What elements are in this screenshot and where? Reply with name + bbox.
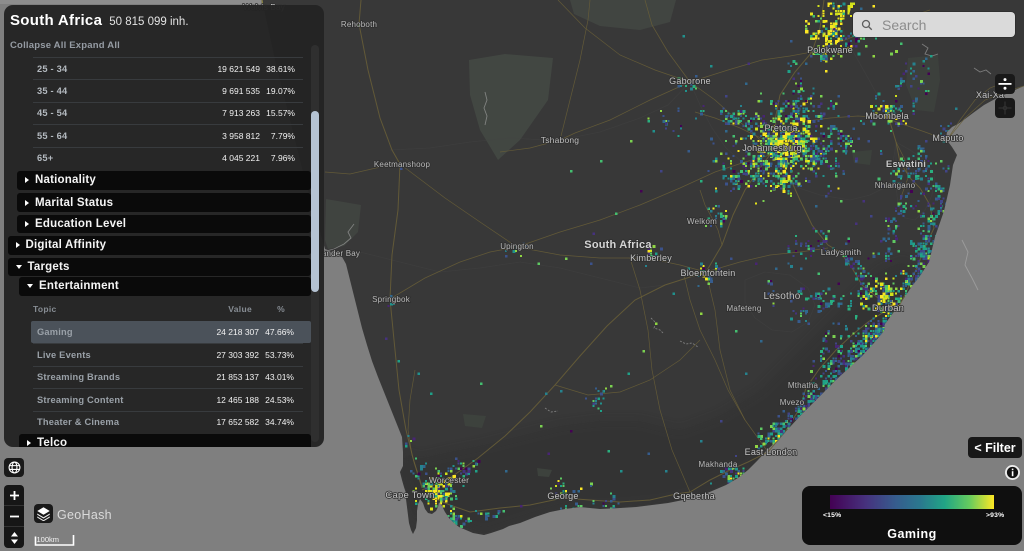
svg-text:Mafeteng: Mafeteng <box>727 304 762 313</box>
svg-text:Durban: Durban <box>872 303 904 314</box>
svg-text:Pretoria: Pretoria <box>764 123 797 133</box>
svg-text:Gaborone: Gaborone <box>669 76 711 86</box>
svg-text:South Africa: South Africa <box>584 239 652 251</box>
svg-text:Kimberley: Kimberley <box>630 253 672 263</box>
svg-text:Upington: Upington <box>500 242 534 251</box>
svg-text:Gqeberha: Gqeberha <box>673 491 715 501</box>
svg-text:Makhanda: Makhanda <box>699 460 738 469</box>
svg-text:Lesotho: Lesotho <box>764 291 801 302</box>
svg-text:Mvezo: Mvezo <box>780 398 805 407</box>
svg-text:Welkom: Welkom <box>687 217 717 226</box>
svg-text:Mthatha: Mthatha <box>788 381 819 390</box>
svg-text:Eswatini: Eswatini <box>886 159 926 170</box>
svg-text:Mbombela: Mbombela <box>865 111 909 121</box>
svg-text:ander Bay: ander Bay <box>322 249 360 258</box>
svg-text:East London: East London <box>745 447 798 457</box>
svg-text:Worcester: Worcester <box>429 475 469 485</box>
svg-text:Maputo: Maputo <box>932 133 963 143</box>
svg-text:Bloemfontein: Bloemfontein <box>681 268 736 278</box>
svg-text:Cape Town: Cape Town <box>385 490 434 501</box>
svg-text:Polokwane: Polokwane <box>807 45 853 55</box>
svg-text:Ladysmith: Ladysmith <box>821 247 862 257</box>
svg-text:Rehoboth: Rehoboth <box>341 20 377 29</box>
svg-text:Johannesburg: Johannesburg <box>742 143 801 153</box>
svg-text:Springbok: Springbok <box>372 295 411 304</box>
svg-text:Keetmanshoop: Keetmanshoop <box>374 160 431 169</box>
svg-text:100km: 100km <box>37 535 60 544</box>
svg-text:George: George <box>547 491 578 501</box>
svg-text:Tshabong: Tshabong <box>541 135 580 145</box>
svg-text:Nhlangano: Nhlangano <box>875 181 916 190</box>
